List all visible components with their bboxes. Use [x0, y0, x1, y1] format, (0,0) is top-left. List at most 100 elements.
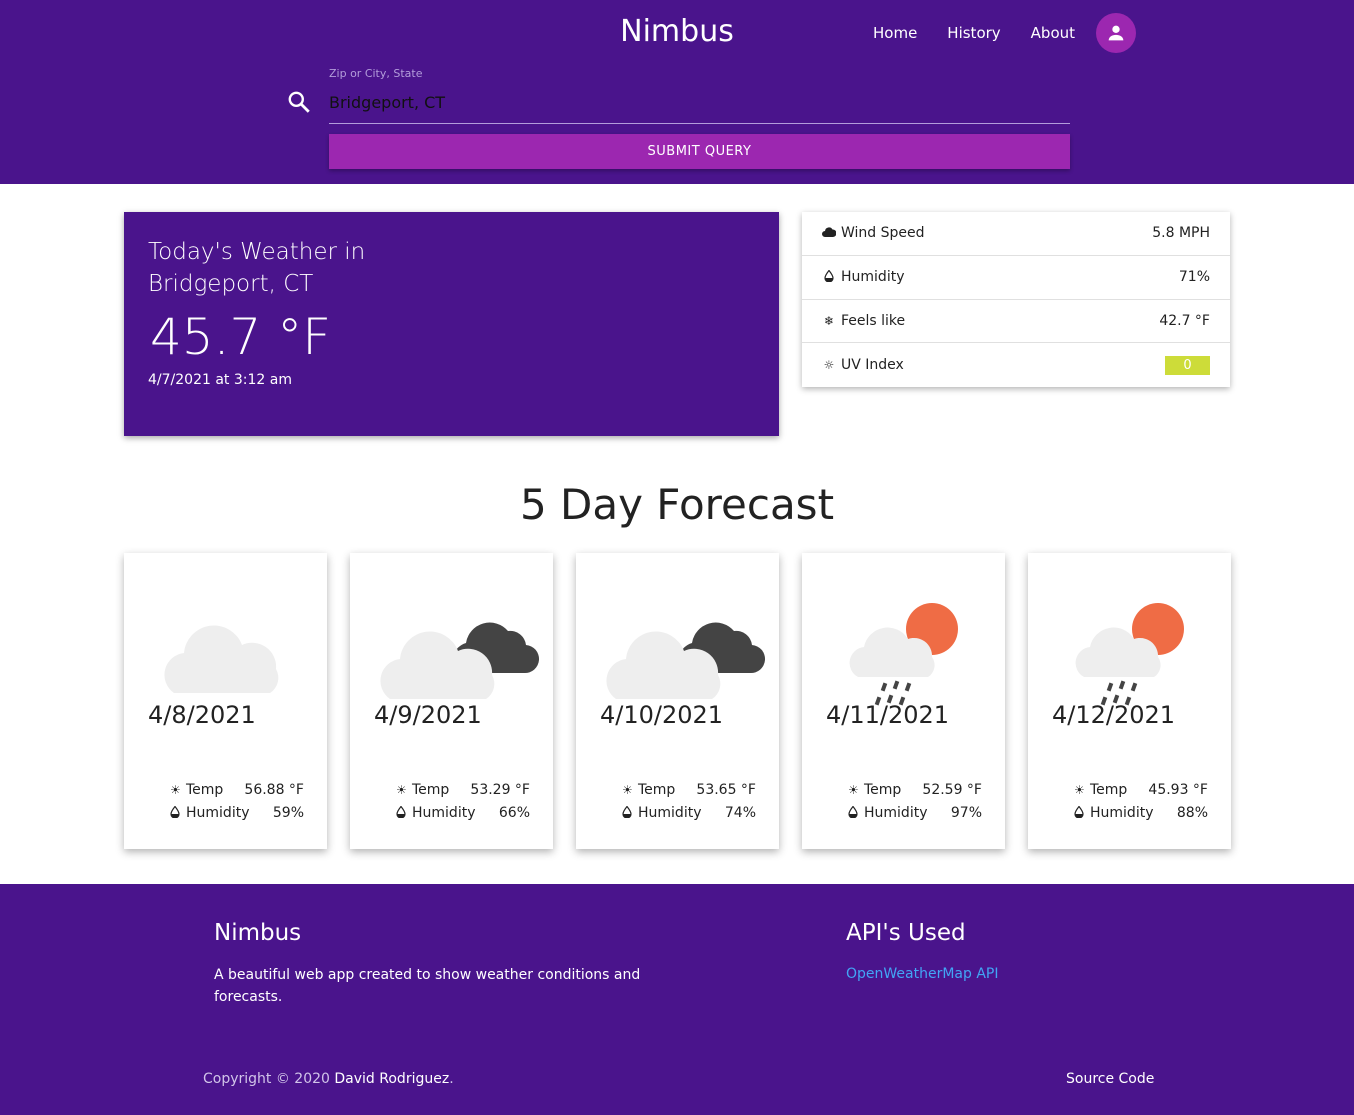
forecast-humidity-row: Humidity 88% [1074, 805, 1208, 821]
cloud-icon [822, 226, 837, 240]
stat-label: Humidity [841, 269, 905, 286]
forecast-humidity-row: Humidity 74% [622, 805, 756, 821]
stat-value: 5.8 MPH [1152, 225, 1210, 242]
temp-value: 53.65 °F [696, 782, 756, 798]
stat-value: 42.7 °F [1159, 312, 1210, 329]
humidity-label: Humidity [1090, 805, 1154, 821]
forecast-card: 4/8/2021 ☀ Temp 56.88 °F Humidity 59% [124, 553, 327, 849]
author-link[interactable]: David Rodriguez [334, 1071, 449, 1087]
forecast-date: 4/9/2021 [374, 701, 482, 729]
humidity-value: 66% [498, 805, 530, 821]
humidity-value: 59% [272, 805, 304, 821]
stat-label: Wind Speed [841, 225, 925, 242]
forecast-temp-row: ☀ Temp 53.29 °F [396, 782, 530, 798]
droplet-icon [1074, 805, 1090, 821]
forecast-humidity-row: Humidity 66% [396, 805, 530, 821]
sun-rain-icon [1075, 603, 1184, 706]
today-datetime: 4/7/2021 at 3:12 am [148, 372, 292, 388]
forecast-temp-row: ☀ Temp 52.59 °F [848, 782, 982, 798]
stat-row-feels-like: ❄ Feels like 42.7 °F [802, 300, 1230, 344]
forecast-date: 4/10/2021 [600, 701, 724, 729]
droplet-icon [396, 805, 412, 821]
stat-row-uv-index: ☼ UV Index 0 [802, 343, 1230, 387]
sun-icon: ☀ [396, 783, 407, 797]
app-header: Nimbus Home History About Zip or City, S… [0, 0, 1354, 184]
forecast-date: 4/8/2021 [148, 701, 256, 729]
forecast-temp-row: ☀ Temp 56.88 °F [170, 782, 304, 798]
sun-icon: ☀ [170, 783, 181, 797]
search-label: Zip or City, State [329, 67, 423, 80]
today-temperature: 45.7 °F [150, 308, 331, 366]
nav-about-link[interactable]: About [1031, 24, 1075, 42]
forecast-humidity-row: Humidity 59% [170, 805, 304, 821]
openweathermap-link[interactable]: OpenWeatherMap API [846, 966, 998, 982]
broken-clouds-icon [606, 622, 766, 699]
temp-label: Temp [1090, 782, 1128, 798]
stat-value: 71% [1178, 269, 1210, 286]
footer-description: A beautiful web app created to show weat… [214, 967, 641, 1005]
forecast-card: 4/9/2021 ☀ Temp 53.29 °F Humidity 66% [350, 553, 553, 849]
temp-value: 56.88 °F [244, 782, 304, 798]
droplet-icon [170, 805, 186, 821]
brand-title: Nimbus [620, 14, 734, 49]
current-stats-list: Wind Speed 5.8 MPH Humidity 71% ❄ Feels … [802, 212, 1230, 387]
temp-label: Temp [412, 782, 450, 798]
temp-value: 45.93 °F [1148, 782, 1208, 798]
sun-icon: ☼ [823, 358, 835, 373]
forecast-date: 4/12/2021 [1052, 701, 1176, 729]
droplet-icon [822, 269, 836, 285]
temp-label: Temp [864, 782, 902, 798]
copyright-suffix: . [449, 1071, 454, 1087]
sun-rain-icon [849, 603, 958, 706]
stat-row-wind: Wind Speed 5.8 MPH [802, 212, 1230, 256]
broken-clouds-icon [380, 622, 540, 699]
person-icon [1108, 25, 1124, 41]
sun-icon: ☀ [622, 783, 633, 797]
forecast-card: 4/11/2021 ☀ Temp 52.59 °F Humidity 97% [802, 553, 1005, 849]
nav-history-link[interactable]: History [947, 24, 1000, 42]
source-code-link[interactable]: Source Code [1066, 1071, 1154, 1087]
humidity-label: Humidity [864, 805, 928, 821]
copyright-text: Copyright © 2020 David Rodriguez. [203, 1071, 454, 1087]
stat-label: Feels like [841, 312, 906, 329]
copyright-prefix: Copyright © 2020 [203, 1071, 335, 1087]
account-button[interactable] [1096, 13, 1136, 53]
today-weather-card: Today's Weather in Bridgeport, CT 45.7 °… [124, 212, 779, 436]
submit-query-button[interactable]: SUBMIT QUERY [329, 134, 1070, 169]
humidity-label: Humidity [638, 805, 702, 821]
forecast-temp-row: ☀ Temp 53.65 °F [622, 782, 756, 798]
temp-label: Temp [638, 782, 676, 798]
forecast-card: 4/12/2021 ☀ Temp 45.93 °F Humidity 88% [1028, 553, 1231, 849]
temp-value: 53.29 °F [470, 782, 530, 798]
search-input[interactable] [329, 86, 1070, 124]
humidity-value: 97% [950, 805, 982, 821]
footer-brand: Nimbus [214, 920, 302, 946]
forecast-temp-row: ☀ Temp 45.93 °F [1074, 782, 1208, 798]
uv-index-badge: 0 [1165, 355, 1210, 375]
humidity-label: Humidity [186, 805, 250, 821]
today-title: Today's Weather in Bridgeport, CT [148, 239, 366, 297]
nav-home-link[interactable]: Home [873, 24, 917, 42]
droplet-icon [622, 805, 638, 821]
snowflake-icon: ❄ [823, 313, 835, 328]
forecast-date: 4/11/2021 [826, 701, 950, 729]
forecast-title: 5 Day Forecast [519, 480, 835, 529]
forecast-cards: 4/8/2021 ☀ Temp 56.88 °F Humidity 59% 4/… [124, 553, 1231, 849]
stat-row-humidity: Humidity 71% [802, 256, 1230, 300]
stat-label: UV Index [841, 357, 904, 374]
forecast-humidity-row: Humidity 97% [848, 805, 982, 821]
sun-icon: ☀ [848, 783, 859, 797]
humidity-value: 88% [1176, 805, 1208, 821]
temp-label: Temp [186, 782, 224, 798]
humidity-value: 74% [724, 805, 756, 821]
footer-api-title: API's Used [846, 920, 966, 946]
app-footer: Nimbus A beautiful web app created to sh… [0, 884, 1354, 1115]
sun-icon: ☀ [1074, 783, 1085, 797]
forecast-card: 4/10/2021 ☀ Temp 53.65 °F Humidity 74% [576, 553, 779, 849]
temp-value: 52.59 °F [922, 782, 982, 798]
humidity-label: Humidity [412, 805, 476, 821]
cloud-icon [164, 625, 279, 693]
droplet-icon [848, 805, 864, 821]
search-icon [288, 91, 310, 113]
main-nav: Home History About [873, 24, 1075, 42]
